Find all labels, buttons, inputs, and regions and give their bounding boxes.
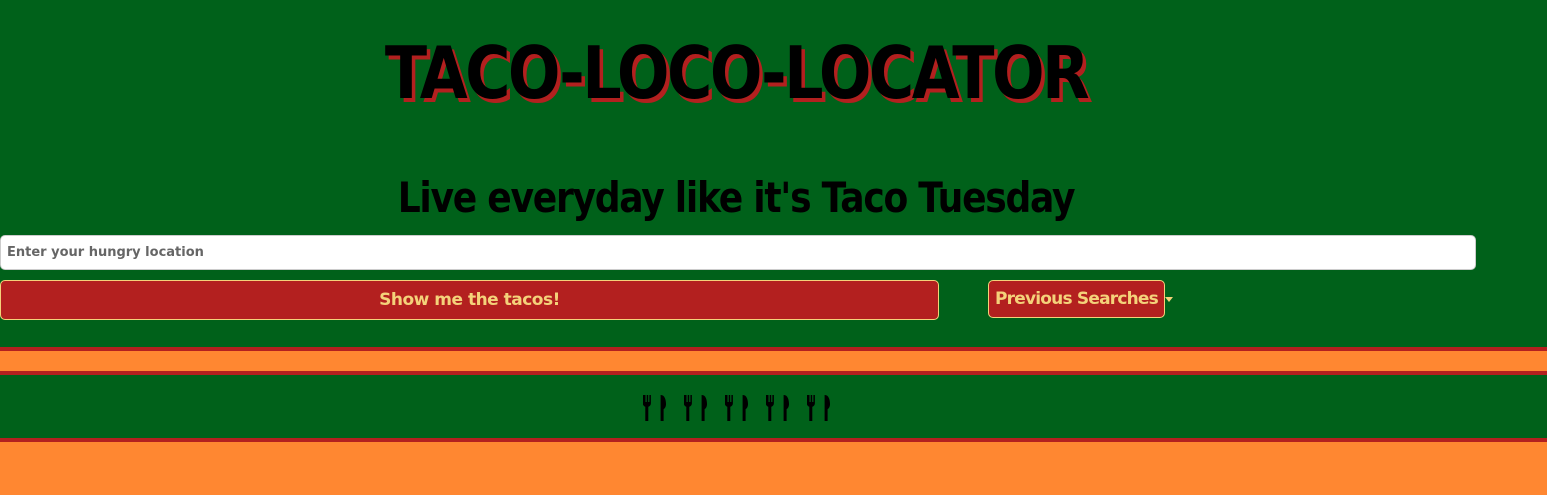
page: TACO-LOCO-LOCATOR Live everyday like it'… xyxy=(0,0,1547,495)
utensils-icon xyxy=(643,395,666,421)
utensils-icon xyxy=(684,395,707,421)
show-tacos-button[interactable]: Show me the tacos! xyxy=(0,280,939,320)
page-subtitle: Live everyday like it's Taco Tuesday xyxy=(397,173,1076,222)
utensils-icon xyxy=(807,395,830,421)
page-title: TACO-LOCO-LOCATOR xyxy=(384,31,1090,115)
utensils-icon-row xyxy=(643,395,831,421)
utensils-icon xyxy=(766,395,789,421)
previous-searches-dropdown-button[interactable]: Previous Searches xyxy=(988,280,1173,318)
utensils-icon xyxy=(725,395,748,421)
orange-stripe-bottom xyxy=(0,438,1547,495)
orange-stripe-top xyxy=(0,347,1547,375)
location-search-input[interactable] xyxy=(0,235,1476,270)
previous-searches-label: Previous Searches xyxy=(995,289,1159,309)
caret-down-icon xyxy=(1164,296,1173,302)
